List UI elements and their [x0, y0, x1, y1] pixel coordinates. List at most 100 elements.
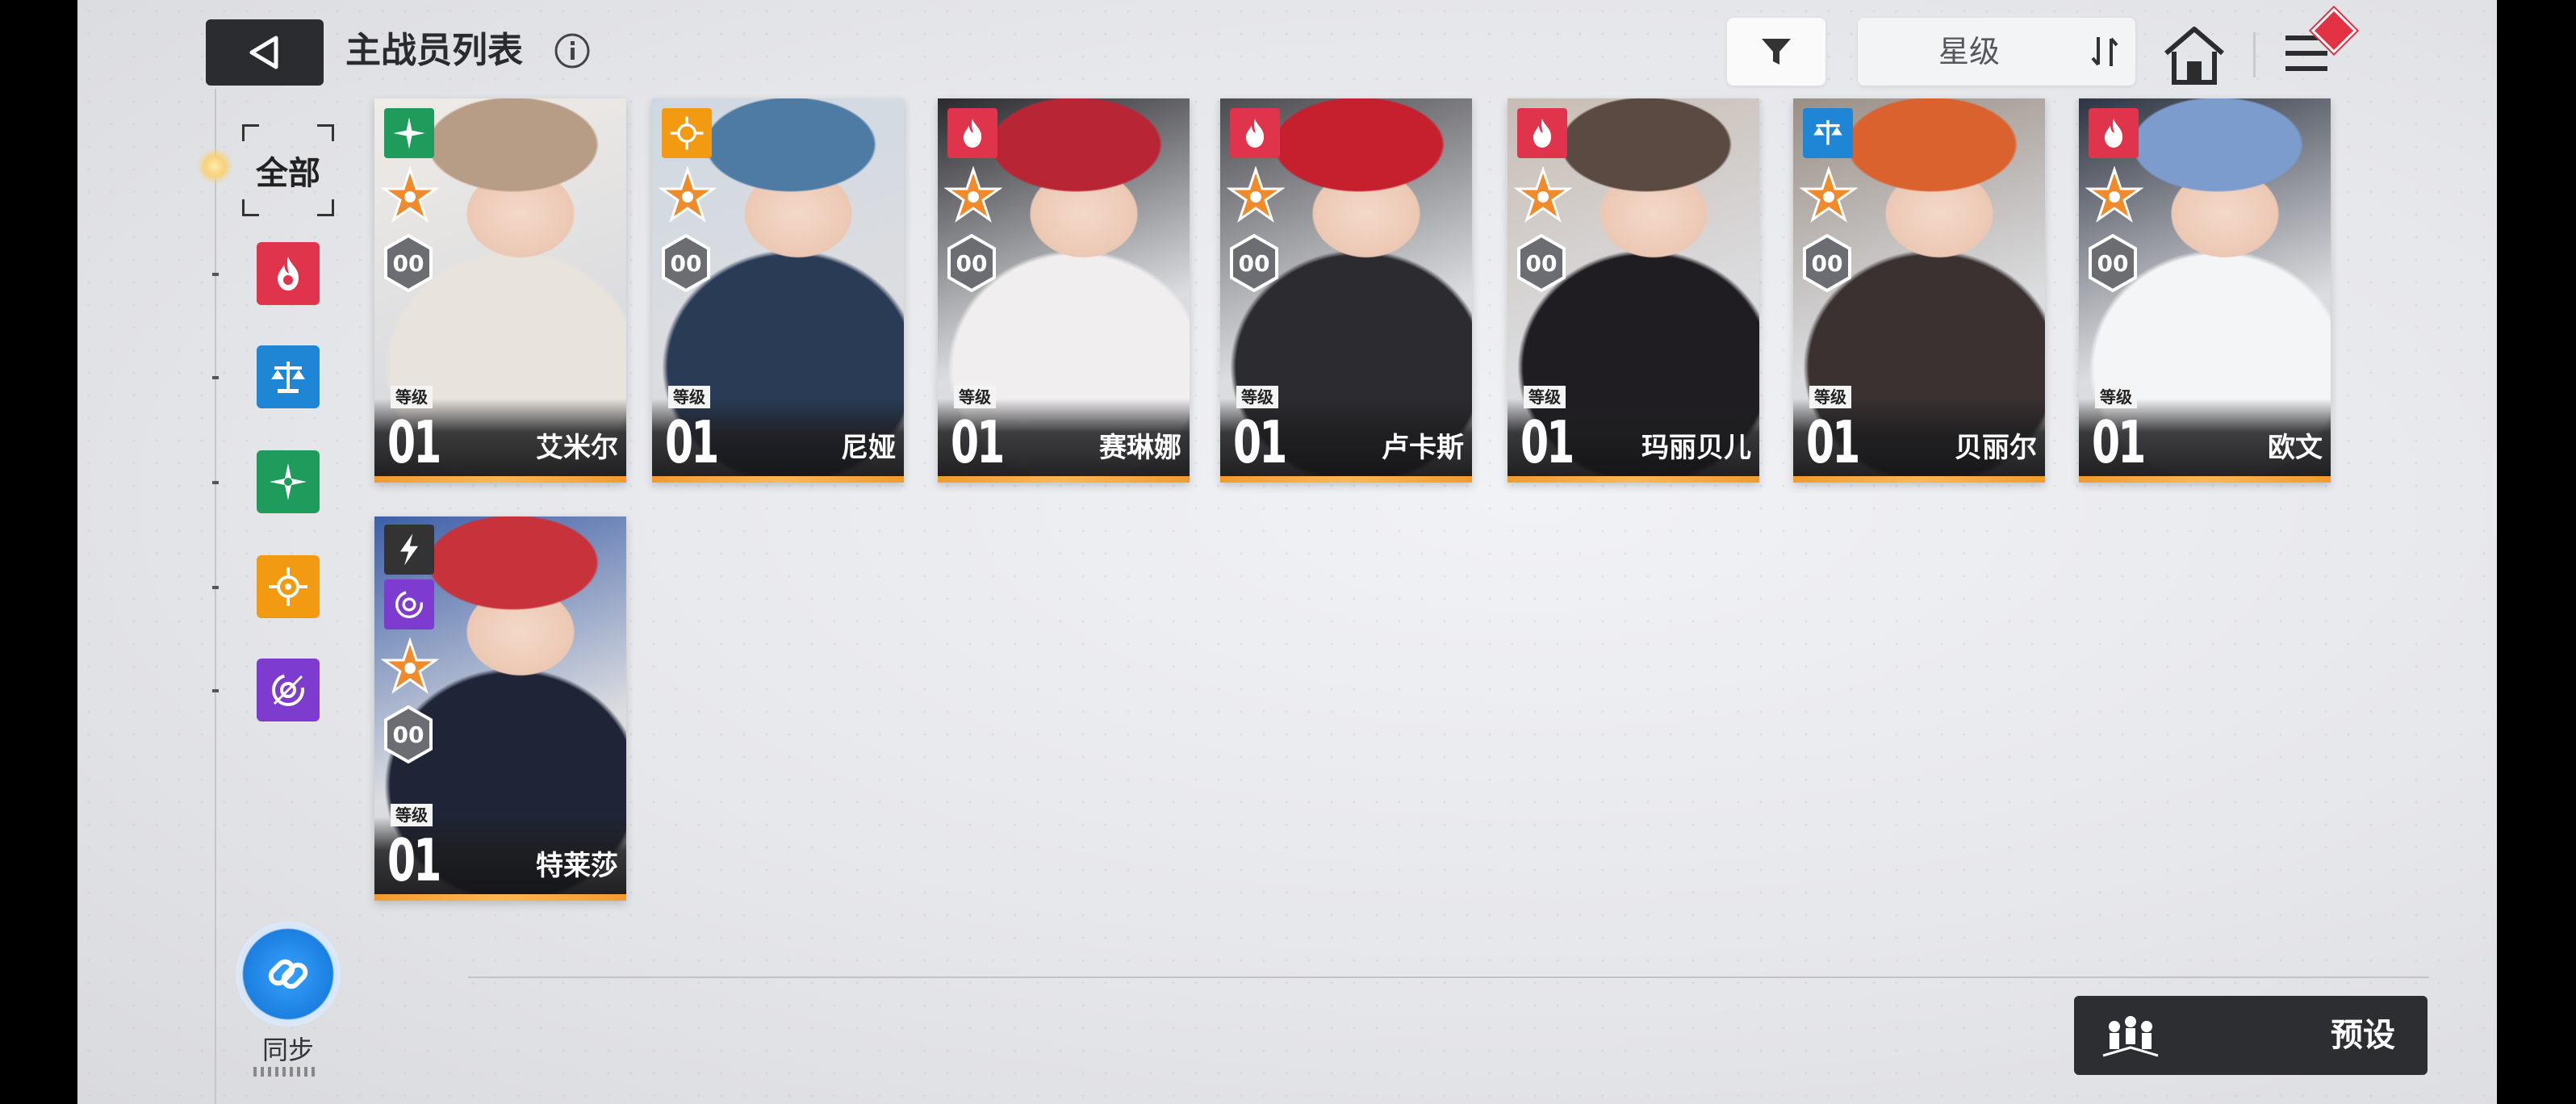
level-label: 等级 — [391, 386, 433, 408]
rank-value: 00 — [2097, 249, 2129, 277]
sort-dropdown[interactable]: 星级 — [1858, 18, 2135, 86]
back-button[interactable] — [206, 19, 324, 86]
sidebar-tick — [212, 586, 219, 589]
rank-value: 00 — [1525, 249, 1558, 277]
sidebar-rail — [215, 89, 216, 1104]
level-value: 01 — [2092, 408, 2146, 476]
lightning-element-icon — [384, 525, 434, 575]
star-rank-icon — [1513, 165, 1573, 224]
operator-card[interactable]: 00 等级 01 卢卡斯 — [1220, 98, 1472, 483]
rank-badge: 00 — [1228, 234, 1280, 292]
page-title: 主战员列表 — [345, 30, 523, 71]
sidebar-tick — [212, 689, 219, 692]
content-divider — [468, 976, 2429, 978]
fire-element-icon — [2089, 108, 2139, 158]
wind-element-icon — [384, 108, 434, 158]
star-rank-icon — [1226, 165, 1286, 224]
fire-element-icon — [278, 257, 299, 291]
void-element-icon — [384, 579, 434, 629]
level-value: 01 — [1233, 408, 1287, 476]
star-rank-icon — [380, 165, 440, 224]
operator-card[interactable]: 00 等级 01 玛丽贝儿 — [1508, 98, 1759, 483]
sync-label: 同步 — [261, 1035, 314, 1065]
sidebar-tick — [212, 273, 219, 276]
operator-card[interactable]: 00 等级 01 特莱莎 — [374, 516, 626, 901]
operator-name: 艾米尔 — [536, 432, 618, 464]
sort-label: 星级 — [1938, 34, 2000, 69]
rank-value: 00 — [1811, 249, 1843, 277]
back-arrow-icon — [249, 36, 278, 69]
star-rank-icon — [1799, 165, 1859, 224]
level-label: 等级 — [668, 386, 710, 408]
rank-badge: 00 — [383, 705, 434, 763]
preset-label: 预设 — [2331, 1017, 2395, 1054]
operator-card[interactable]: 00 等级 01 赛琳娜 — [938, 98, 1190, 483]
level-value: 01 — [387, 826, 441, 894]
preset-button[interactable]: 预设 — [2074, 996, 2428, 1075]
selected-indicator-icon — [197, 148, 232, 184]
fire-element-icon — [1230, 108, 1280, 158]
operator-card[interactable]: 00 等级 01 尼娅 — [652, 98, 904, 483]
sidebar-tick — [212, 376, 219, 379]
operator-name: 玛丽贝儿 — [1641, 432, 1751, 464]
sun-element-icon — [269, 567, 307, 606]
rank-value: 00 — [1238, 249, 1270, 277]
filter-icon — [1762, 39, 1791, 65]
operator-name: 赛琳娜 — [1099, 432, 1181, 464]
star-rank-icon — [658, 165, 717, 224]
level-value: 01 — [387, 408, 441, 476]
star-rank-icon — [380, 637, 440, 696]
level-label: 等级 — [391, 804, 433, 826]
sync-progress-decor — [253, 1067, 316, 1077]
operator-name: 贝丽尔 — [1955, 432, 2037, 464]
level-label: 等级 — [1236, 386, 1278, 408]
filter-void[interactable] — [257, 659, 320, 721]
home-button[interactable] — [2160, 21, 2229, 90]
filter-button[interactable] — [1727, 18, 1825, 86]
operator-name: 尼娅 — [841, 432, 896, 464]
operator-name: 欧文 — [2268, 432, 2323, 464]
filter-sun[interactable] — [257, 555, 320, 618]
sync-button[interactable] — [236, 922, 341, 1027]
rank-value: 00 — [956, 249, 988, 277]
operator-name: 特莱莎 — [536, 850, 618, 882]
filter-wind[interactable] — [257, 450, 320, 513]
rank-value: 00 — [392, 249, 424, 277]
balance-element-icon — [1803, 108, 1853, 158]
rank-value: 00 — [392, 721, 424, 748]
level-value: 01 — [1520, 408, 1574, 476]
scales-element-icon — [271, 362, 305, 393]
rank-badge: 00 — [946, 234, 997, 292]
star-rank-icon — [2085, 165, 2144, 224]
operator-card[interactable]: 00 等级 01 贝丽尔 — [1793, 98, 2045, 483]
sidebar-tick — [212, 481, 219, 484]
header-divider — [2253, 32, 2256, 77]
level-label: 等级 — [1809, 386, 1851, 408]
rank-badge: 00 — [2087, 234, 2139, 292]
void-element-icon — [272, 674, 304, 706]
app-screen: 主战员列表 星级 全部 同步 00 等级 01 艾米尔 00 等级 01 尼娅 … — [77, 0, 2497, 1104]
fire-element-icon — [1517, 108, 1567, 158]
level-value: 01 — [665, 408, 719, 476]
level-value: 01 — [951, 408, 1005, 476]
level-label: 等级 — [1524, 386, 1566, 408]
sun-element-icon — [662, 108, 712, 158]
sync-link-icon — [268, 959, 308, 989]
operator-card[interactable]: 00 等级 01 艾米尔 — [374, 98, 626, 483]
filter-balance[interactable] — [257, 345, 320, 408]
rank-badge: 00 — [660, 234, 712, 292]
sort-order-toggle[interactable] — [2080, 27, 2129, 76]
filter-all[interactable]: 全部 — [242, 124, 334, 216]
filter-all-label: 全部 — [256, 155, 320, 192]
level-label: 等级 — [2095, 386, 2137, 408]
rank-value: 00 — [670, 249, 702, 277]
level-label: 等级 — [954, 386, 996, 408]
rank-badge: 00 — [1516, 234, 1567, 292]
operator-card[interactable]: 00 等级 01 欧文 — [2079, 98, 2331, 483]
sort-arrows-icon — [2091, 37, 2118, 66]
filter-fire[interactable] — [257, 242, 320, 305]
info-icon[interactable] — [554, 32, 591, 69]
home-icon — [2164, 27, 2224, 85]
team-preset-icon — [2102, 1016, 2159, 1057]
fire-element-icon — [947, 108, 997, 158]
